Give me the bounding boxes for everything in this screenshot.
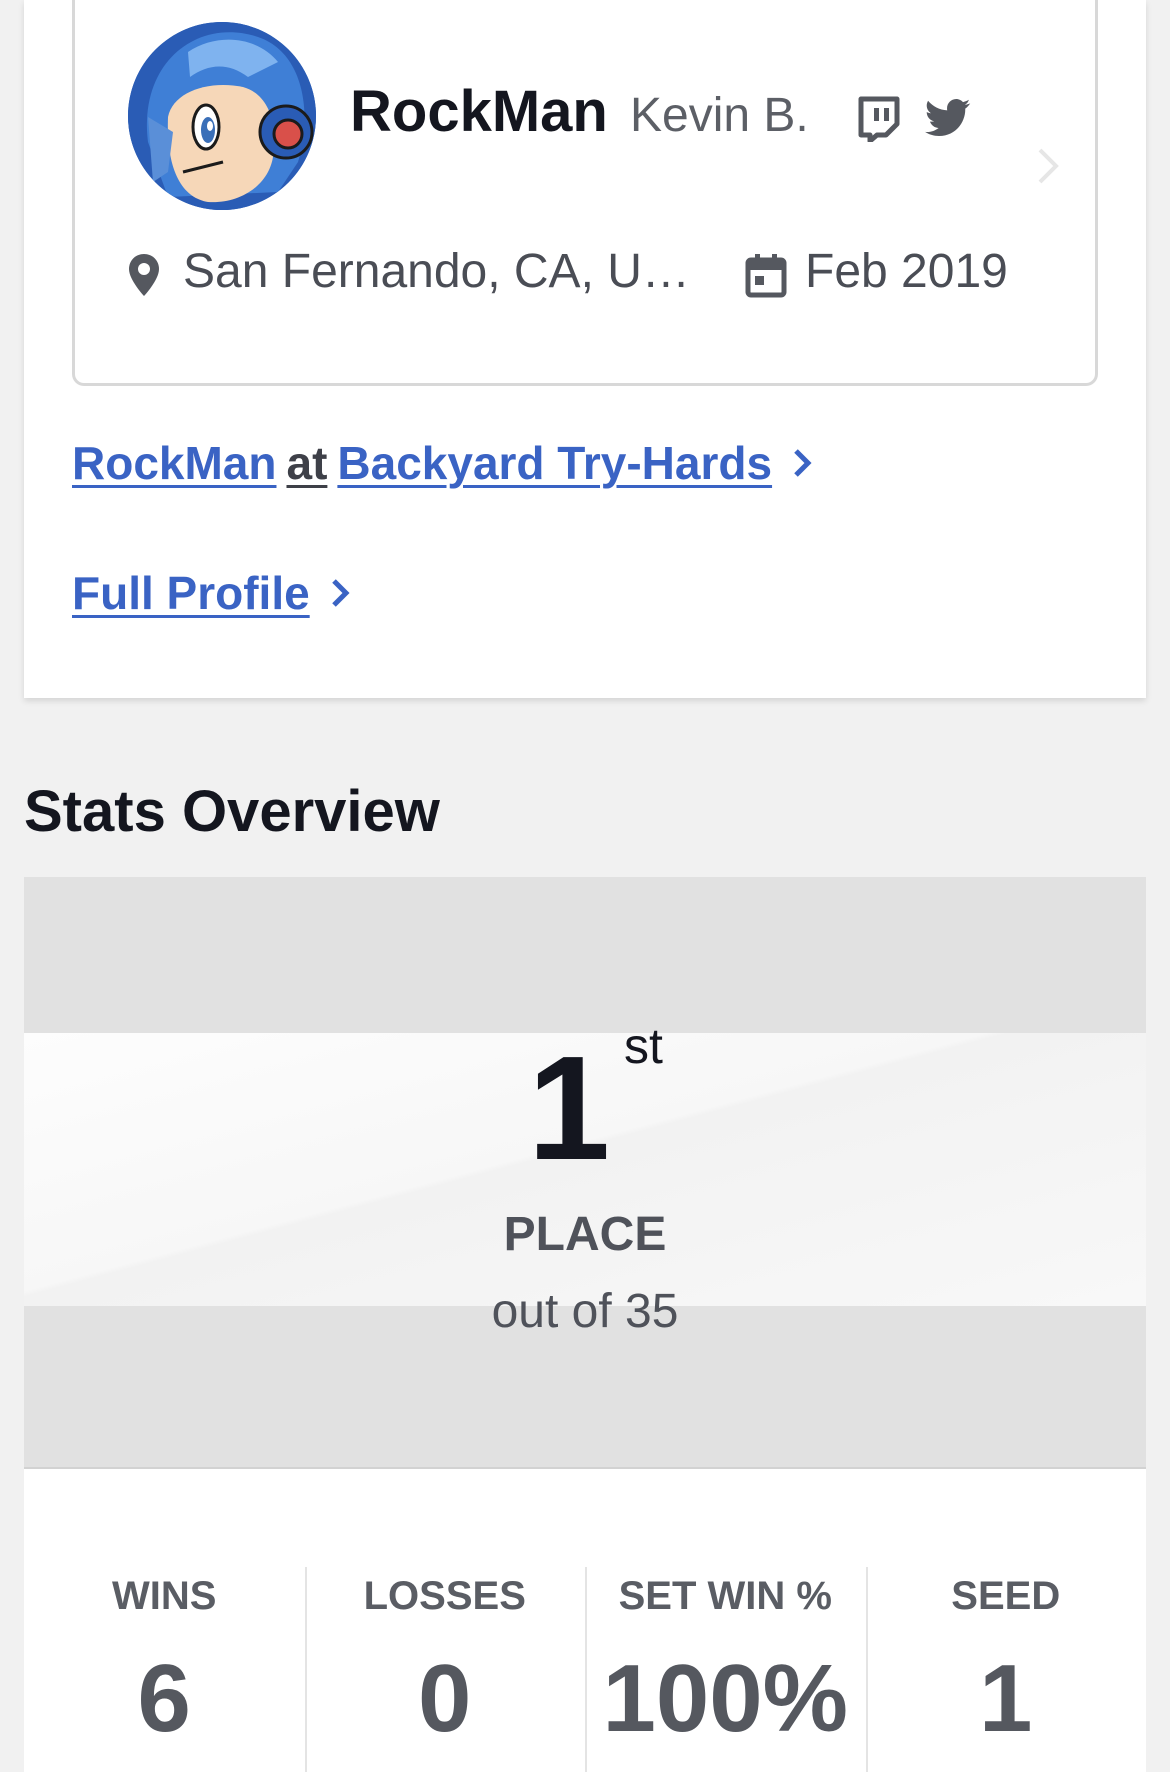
stats-overview-title: Stats Overview [24,779,440,844]
place-number: 1 [527,1026,611,1191]
avatar [128,22,316,210]
chevron-right-icon[interactable] [1035,146,1061,186]
stat-set-win-percent: SET WIN % 100% [585,1469,866,1772]
stat-value: 0 [418,1645,472,1752]
twitch-icon[interactable] [855,96,901,142]
stat-label: SEED [951,1574,1061,1618]
stat-value: 6 [137,1645,191,1752]
placement-panel: 1 st PLACE out of 35 [24,877,1146,1467]
calendar-icon [745,254,787,298]
player-at-tournament-link[interactable]: RockMan at Backyard Try-Hards [72,436,814,490]
stat-label: SET WIN % [618,1574,832,1618]
full-profile-label[interactable]: Full Profile [72,566,310,620]
stat-value: 1 [979,1645,1033,1752]
page: RockMan Kevin B. San Fernando, CA, Un... [0,0,1170,1772]
megaman-avatar-icon [128,22,316,210]
place-suffix: st [624,1018,663,1074]
stat-label: WINS [112,1574,217,1618]
at-text: at [286,437,328,489]
chevron-right-icon [794,449,812,477]
stat-label: LOSSES [363,1574,526,1618]
stat-seed: SEED 1 [865,1469,1147,1772]
real-name: Kevin B. [630,89,809,142]
stat-value: 100% [602,1645,849,1752]
tournament-link[interactable]: Backyard Try-Hards [337,436,772,490]
pin-icon [129,254,159,296]
player-name-link[interactable]: RockMan [72,436,276,490]
stat-wins: WINS 6 [24,1469,305,1772]
joined-date: Feb 2019 [805,245,1008,298]
player-summary-panel: RockMan Kevin B. San Fernando, CA, Un... [24,0,1146,698]
entrants-count: out of 35 [491,1285,679,1338]
full-profile-link[interactable]: Full Profile [72,566,352,620]
gamer-tag: RockMan [350,79,608,144]
profile-card[interactable]: RockMan Kevin B. San Fernando, CA, Un... [72,0,1098,386]
stat-losses: LOSSES 0 [304,1469,586,1772]
chevron-right-icon [331,579,350,607]
twitter-icon[interactable] [925,98,971,138]
location-text: San Fernando, CA, Un... [183,245,693,298]
stats-grid: WINS 6 LOSSES 0 SET WIN % 100% SEED 1 [24,1467,1146,1772]
place-label: PLACE [503,1208,667,1261]
